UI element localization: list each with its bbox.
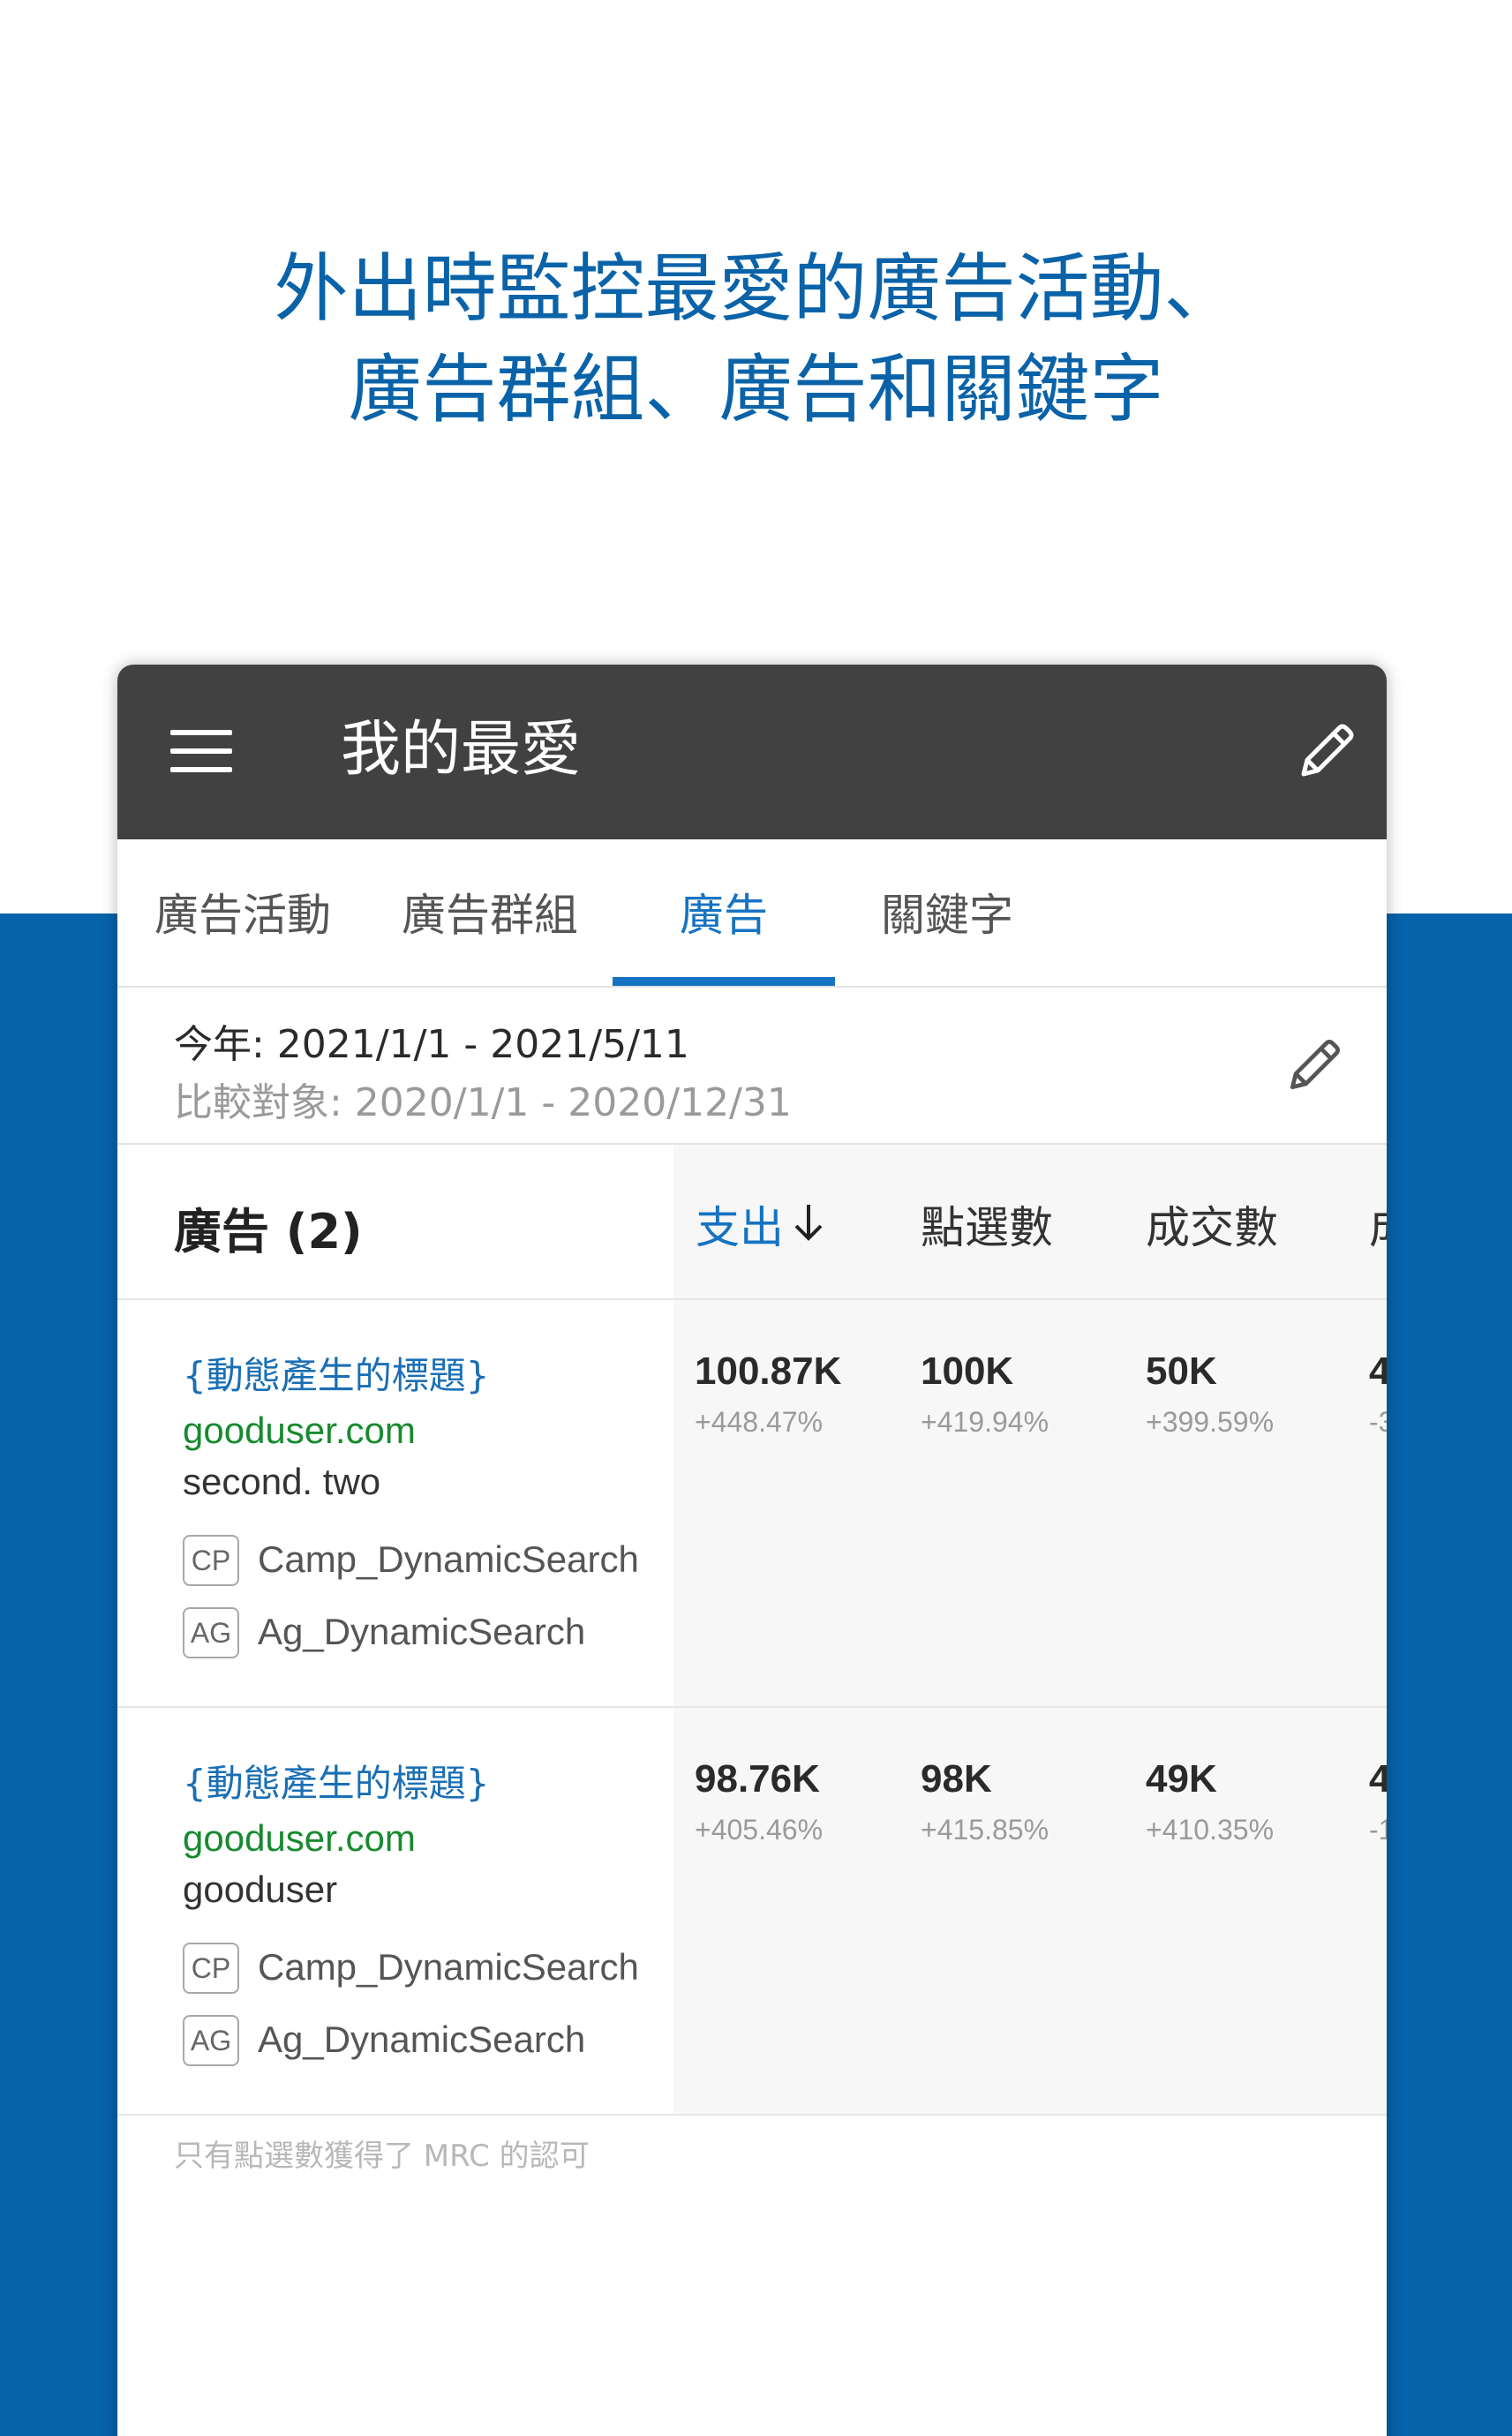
- partial-change: -3: [1369, 1406, 1387, 1438]
- clicks-value: 100K: [921, 1350, 1014, 1393]
- spend-value: 98.76K: [695, 1757, 820, 1801]
- pencil-icon[interactable]: [1291, 716, 1362, 786]
- list-title: 廣告 (2): [174, 1204, 363, 1259]
- ad-description: second. two: [183, 1461, 381, 1502]
- ad-title[interactable]: {動態產生的標題}: [183, 1346, 489, 1400]
- spend-value: 100.87K: [695, 1350, 842, 1393]
- tab-keywords[interactable]: 關鍵字: [881, 839, 1013, 988]
- partial-change: -1: [1369, 1814, 1387, 1846]
- tab-ad-groups[interactable]: 廣告群組: [402, 839, 578, 988]
- column-header-conversions[interactable]: 成交數: [1146, 1192, 1278, 1256]
- campaign-name: Camp_DynamicSearch: [258, 1538, 639, 1580]
- phone-screen: 我的最愛 廣告活動 廣告群組 廣告 關鍵字 今年: 2021/1/1 - 202…: [117, 665, 1387, 2436]
- ads-table: 廣告 (2) 支出 點選數 成交數 成 {動態產生的標題} gooduser.c…: [117, 1145, 1387, 2116]
- spend-change: +405.46%: [695, 1814, 824, 1846]
- adgroup-badge: AG: [183, 1607, 239, 1658]
- page-title: 我的最愛: [341, 715, 582, 785]
- partial-value: 4: [1369, 1350, 1387, 1393]
- spend-change: +448.47%: [695, 1406, 824, 1438]
- adgroup-badge: AG: [183, 2015, 239, 2066]
- campaign-name: Camp_DynamicSearch: [258, 1946, 639, 1988]
- hamburger-menu-icon[interactable]: [170, 726, 234, 776]
- arrow-down-icon[interactable]: [791, 1201, 826, 1244]
- conversions-change: +399.59%: [1146, 1406, 1275, 1438]
- adgroup-name: Ag_DynamicSearch: [258, 2019, 586, 2060]
- campaign-badge: CP: [183, 1535, 239, 1586]
- campaign-badge: CP: [183, 1943, 239, 1994]
- promo-headline: 外出時監控最愛的廣告活動、 廣告群組、廣告和關鍵字: [0, 238, 1512, 440]
- ad-description: gooduser: [183, 1868, 338, 1910]
- date-range-current: 今年: 2021/1/1 - 2021/5/11: [174, 1022, 689, 1067]
- conversions-change: +410.35%: [1146, 1814, 1275, 1846]
- column-header-clicks[interactable]: 點選數: [921, 1192, 1053, 1256]
- headline-line-1: 外出時監控最愛的廣告活動、: [274, 245, 1238, 332]
- date-range[interactable]: 今年: 2021/1/1 - 2021/5/11 比較對象: 2020/1/1 …: [117, 988, 1387, 1145]
- tab-bar: 廣告活動 廣告群組 廣告 關鍵字: [117, 839, 1387, 988]
- app-bar: 我的最愛: [117, 665, 1387, 839]
- ad-title[interactable]: {動態產生的標題}: [183, 1754, 489, 1808]
- table-row[interactable]: {動態產生的標題} gooduser.com gooduser CP Camp_…: [117, 1708, 1387, 2116]
- headline-line-2: 廣告群組、廣告和關鍵字: [348, 346, 1164, 432]
- conversions-value: 49K: [1146, 1757, 1217, 1801]
- table-header: 廣告 (2) 支出 點選數 成交數 成: [117, 1145, 1387, 1300]
- partial-value: 4: [1369, 1757, 1387, 1801]
- active-tab-indicator: [613, 977, 835, 986]
- conversions-value: 50K: [1146, 1350, 1217, 1393]
- clicks-value: 98K: [921, 1757, 992, 1801]
- date-range-compare: 比較對象: 2020/1/1 - 2020/12/31: [174, 1080, 792, 1125]
- tab-campaigns[interactable]: 廣告活動: [154, 839, 331, 988]
- ad-url: gooduser.com: [183, 1817, 416, 1859]
- mrc-footnote: 只有點選數獲得了 MRC 的認可: [174, 2139, 590, 2174]
- table-row[interactable]: {動態產生的標題} gooduser.com second. two CP Ca…: [117, 1300, 1387, 1708]
- pencil-icon[interactable]: [1281, 1032, 1348, 1099]
- column-header-partial[interactable]: 成: [1369, 1192, 1387, 1256]
- clicks-change: +419.94%: [921, 1406, 1049, 1438]
- ad-url: gooduser.com: [183, 1410, 416, 1451]
- tab-ads[interactable]: 廣告: [680, 839, 768, 988]
- adgroup-name: Ag_DynamicSearch: [258, 1611, 586, 1652]
- clicks-change: +415.85%: [921, 1814, 1049, 1846]
- column-header-spend[interactable]: 支出: [696, 1192, 784, 1256]
